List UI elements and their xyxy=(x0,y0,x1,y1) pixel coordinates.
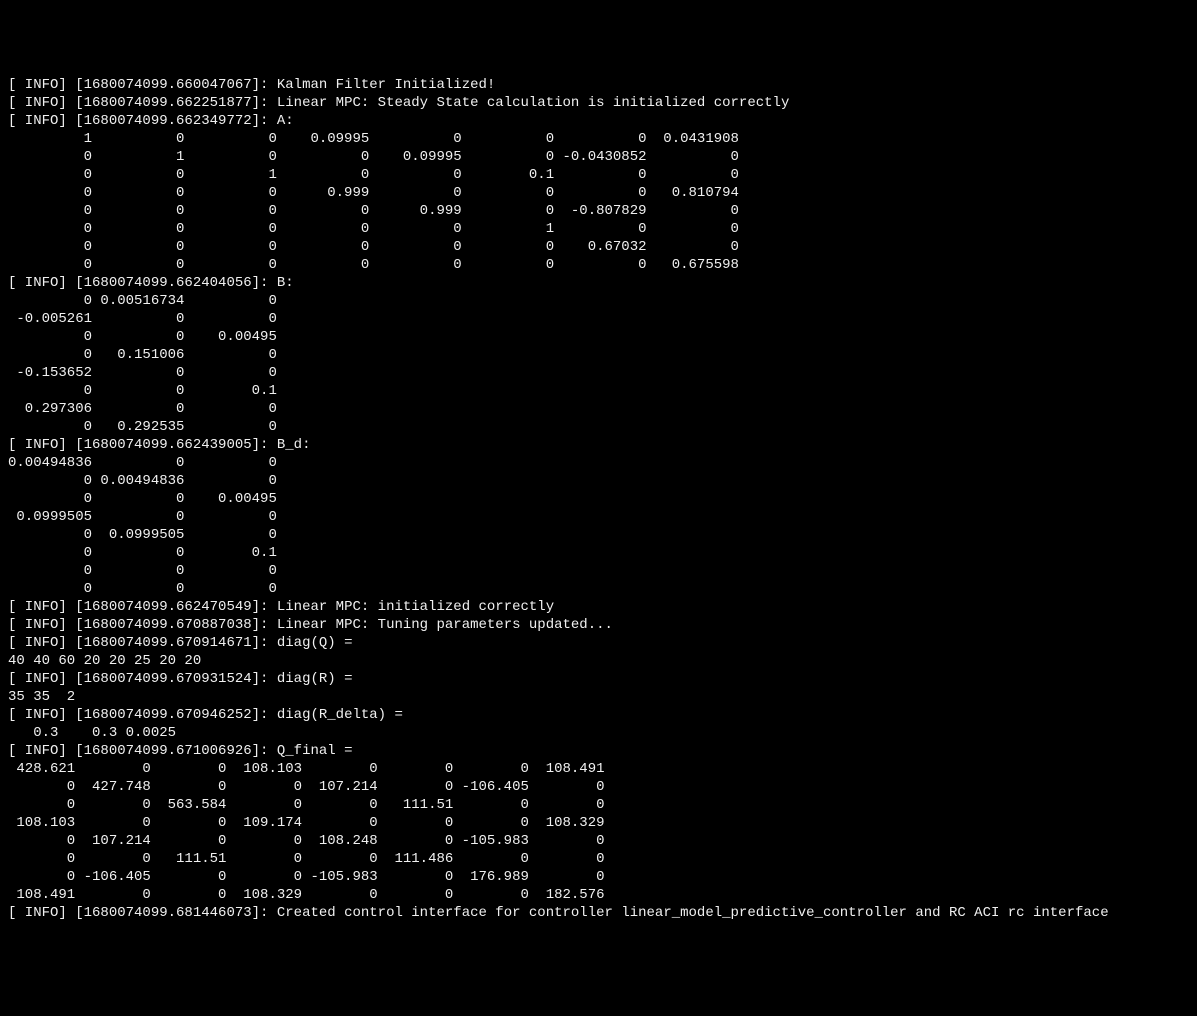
matrix-Qfinal-row: 0 107.214 0 0 108.248 0 -105.983 0 xyxy=(8,832,1189,850)
log-line-A-header: [ INFO] [1680074099.662349772]: A: xyxy=(8,112,1189,130)
matrix-A-row: 0 0 0 0 0 0 0 0.675598 xyxy=(8,256,1189,274)
matrix-A-row: 0 0 0 0 0 0 0.67032 0 xyxy=(8,238,1189,256)
log-line-mpc-steady: [ INFO] [1680074099.662251877]: Linear M… xyxy=(8,94,1189,112)
matrix-B-row: 0 0 0.1 xyxy=(8,382,1189,400)
matrix-A-row: 0 0 0 0 0.999 0 -0.807829 0 xyxy=(8,202,1189,220)
matrix-Bd-row: 0 0 0.00495 xyxy=(8,490,1189,508)
matrix-B-row: -0.153652 0 0 xyxy=(8,364,1189,382)
log-line-diag-R-header: [ INFO] [1680074099.670931524]: diag(R) … xyxy=(8,670,1189,688)
matrix-A-row: 0 0 1 0 0 0.1 0 0 xyxy=(8,166,1189,184)
matrix-Bd-row: 0 0 0.1 xyxy=(8,544,1189,562)
matrix-B-row: 0 0.00516734 0 xyxy=(8,292,1189,310)
matrix-B-row: 0 0 0.00495 xyxy=(8,328,1189,346)
log-line-diag-Rdelta-header: [ INFO] [1680074099.670946252]: diag(R_d… xyxy=(8,706,1189,724)
matrix-Bd-row: 0.00494836 0 0 xyxy=(8,454,1189,472)
log-line-interface: [ INFO] [1680074099.681446073]: Created … xyxy=(8,904,1189,922)
matrix-Qfinal-row: 108.103 0 0 109.174 0 0 0 108.329 xyxy=(8,814,1189,832)
log-line-diag-Q-header: [ INFO] [1680074099.670914671]: diag(Q) … xyxy=(8,634,1189,652)
matrix-B-row: 0 0.292535 0 xyxy=(8,418,1189,436)
matrix-Qfinal-row: 0 0 111.51 0 0 111.486 0 0 xyxy=(8,850,1189,868)
matrix-A-row: 0 1 0 0 0.09995 0 -0.0430852 0 xyxy=(8,148,1189,166)
log-line-mpc-init: [ INFO] [1680074099.662470549]: Linear M… xyxy=(8,598,1189,616)
diag-Rdelta-values: 0.3 0.3 0.0025 xyxy=(8,724,1189,742)
matrix-Qfinal-row: 0 0 563.584 0 0 111.51 0 0 xyxy=(8,796,1189,814)
diag-R-values: 35 35 2 xyxy=(8,688,1189,706)
log-line-B-header: [ INFO] [1680074099.662404056]: B: xyxy=(8,274,1189,292)
matrix-B-row: -0.005261 0 0 xyxy=(8,310,1189,328)
matrix-Qfinal-row: 108.491 0 0 108.329 0 0 0 182.576 xyxy=(8,886,1189,904)
matrix-Qfinal-row: 0 427.748 0 0 107.214 0 -106.405 0 xyxy=(8,778,1189,796)
matrix-A-row: 0 0 0 0.999 0 0 0 0.810794 xyxy=(8,184,1189,202)
matrix-Bd-row: 0 0.00494836 0 xyxy=(8,472,1189,490)
matrix-A-row: 0 0 0 0 0 1 0 0 xyxy=(8,220,1189,238)
matrix-Qfinal-row: 428.621 0 0 108.103 0 0 0 108.491 xyxy=(8,760,1189,778)
matrix-Bd-row: 0.0999505 0 0 xyxy=(8,508,1189,526)
terminal-output[interactable]: [ INFO] [1680074099.660047067]: Kalman F… xyxy=(8,76,1189,922)
matrix-Bd-row: 0 0 0 xyxy=(8,580,1189,598)
diag-Q-values: 40 40 60 20 20 25 20 20 xyxy=(8,652,1189,670)
log-line-Bd-header: [ INFO] [1680074099.662439005]: B_d: xyxy=(8,436,1189,454)
matrix-Qfinal-row: 0 -106.405 0 0 -105.983 0 176.989 0 xyxy=(8,868,1189,886)
matrix-Bd-row: 0 0.0999505 0 xyxy=(8,526,1189,544)
log-line-mpc-tuning: [ INFO] [1680074099.670887038]: Linear M… xyxy=(8,616,1189,634)
matrix-B-row: 0.297306 0 0 xyxy=(8,400,1189,418)
log-line-Qfinal-header: [ INFO] [1680074099.671006926]: Q_final … xyxy=(8,742,1189,760)
matrix-B-row: 0 0.151006 0 xyxy=(8,346,1189,364)
log-line-kalman: [ INFO] [1680074099.660047067]: Kalman F… xyxy=(8,76,1189,94)
matrix-A-row: 1 0 0 0.09995 0 0 0 0.0431908 xyxy=(8,130,1189,148)
matrix-Bd-row: 0 0 0 xyxy=(8,562,1189,580)
